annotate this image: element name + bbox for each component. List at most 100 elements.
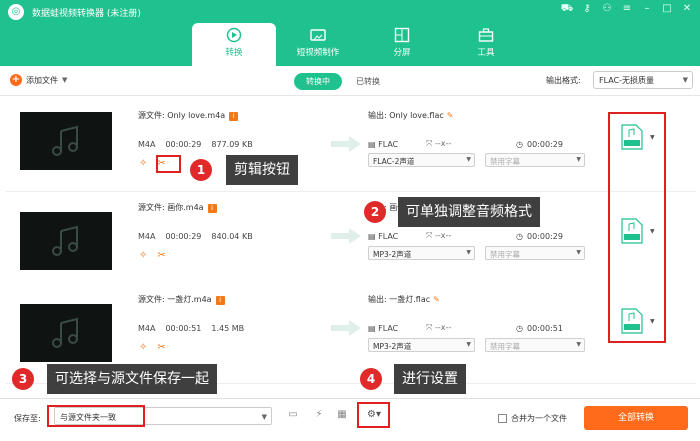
convert-icon — [226, 27, 242, 43]
edit-icon[interactable]: ✎ — [447, 111, 454, 120]
arrow-right-icon — [331, 136, 361, 152]
music-note-icon — [52, 125, 78, 156]
merge-option[interactable]: 合并为一个文件 — [498, 413, 567, 424]
output-filename: 输出: Only love.flac ✎ — [368, 110, 453, 121]
close-icon[interactable]: ✕ — [680, 3, 694, 16]
callout-label: 剪辑按钮 — [226, 155, 298, 185]
file-row: 源文件: 画你.m4a i M4A 00:00:29 840.04 KB ✧ ✂ 输出:… — [6, 198, 696, 292]
duration: 00:00:29 — [165, 140, 202, 149]
output-format: ▤ FLAC — [368, 232, 426, 241]
tab-label: 短视频制作 — [296, 48, 340, 58]
scissors-icon[interactable]: ✂ — [157, 342, 165, 353]
tab-split-screen[interactable]: 分屏 — [360, 23, 444, 66]
output-label: 输出: 一盏灯.flac — [368, 295, 431, 304]
chevron-down-icon: ▼ — [466, 156, 471, 163]
film-icon: ▤ — [368, 323, 379, 333]
convert-all-button[interactable]: 全部转换 — [584, 406, 688, 430]
source-label: 源文件: 画你.m4a — [138, 203, 204, 212]
tab-short-video[interactable]: 短视频制作 — [276, 23, 360, 66]
tab-convert[interactable]: 转换 — [192, 23, 276, 66]
info-icon[interactable]: i — [215, 296, 225, 305]
duration: 00:00:51 — [165, 324, 202, 333]
audio-channel-select[interactable]: MP3-2声道 ▼ — [368, 246, 475, 260]
resolution-text: --x-- — [434, 231, 452, 240]
output-duration: 00:00:29 — [526, 231, 563, 241]
scissors-icon[interactable]: ✂ — [157, 250, 165, 261]
source-label: 源文件: 一盏灯.m4a — [138, 295, 212, 304]
film-icon: ▤ — [368, 231, 379, 241]
output-format-label: 输出格式: — [546, 76, 581, 85]
film-icon: ▤ — [368, 139, 379, 149]
folder-icon[interactable]: ▭ — [286, 409, 300, 423]
source-filename: 源文件: Only love.m4a i — [138, 110, 239, 121]
subtitle-select[interactable]: 禁用字幕 ▼ — [485, 338, 585, 352]
source-label: 源文件: Only love.m4a — [138, 111, 226, 120]
clock-icon: ◷ — [516, 139, 523, 149]
user-icon[interactable]: ⚇ — [600, 3, 614, 16]
music-note-icon — [52, 225, 78, 256]
resolution: ⤧ --x-- — [426, 323, 516, 333]
audio-channel-value: MP3-2声道 — [373, 249, 412, 259]
tab-tools[interactable]: 工具 — [444, 23, 528, 66]
format: M4A — [138, 232, 156, 241]
cart-icon[interactable]: ⛟ — [560, 3, 574, 16]
app-logo-icon: ◎ — [8, 4, 24, 20]
status-switch: 转换中 已转换 — [294, 73, 380, 90]
callout-number: 4 — [360, 368, 382, 390]
chevron-down-icon: ▼ — [576, 341, 581, 348]
audio-channel-select[interactable]: MP3-2声道 ▼ — [368, 338, 475, 352]
effect-icon[interactable]: ✧ — [139, 250, 147, 261]
chevron-down-icon: ▼ — [576, 156, 581, 163]
output-format-text: FLAC — [378, 139, 399, 149]
chevron-down-icon: ▼ — [682, 76, 688, 84]
output-duration: 00:00:51 — [526, 323, 563, 333]
chevron-down-icon[interactable]: ▼ — [62, 76, 67, 84]
key-icon[interactable]: ⚷ — [580, 3, 594, 16]
arrow-right-icon — [331, 228, 361, 244]
arrow-right-icon — [331, 320, 361, 336]
add-file-button[interactable]: + 添加文件 ▼ — [10, 74, 67, 86]
resolution: ⤧ --x-- — [426, 231, 516, 241]
chevron-down-icon: ▼ — [466, 341, 471, 348]
hardware-accel-icon[interactable]: ⚡ — [312, 409, 326, 423]
resize-icon: ⤧ — [426, 231, 435, 240]
merge-checkbox[interactable] — [498, 414, 507, 423]
header-bar: ◎ 数据蛙视频转换器 (未注册) ⛟ ⚷ ⚇ ≡ – □ ✕ 转换 短视频制作 … — [0, 0, 700, 66]
subtitle-select[interactable]: 禁用字幕 ▼ — [485, 246, 585, 260]
minimize-icon[interactable]: – — [640, 3, 654, 16]
file-list: 源文件: Only love.m4a i M4A 00:00:29 877.09 KB… — [6, 98, 696, 398]
subtitle-value: 禁用字幕 — [490, 156, 520, 166]
converting-tab[interactable]: 转换中 — [294, 73, 342, 90]
info-icon[interactable]: i — [229, 112, 239, 121]
resize-icon: ⤧ — [426, 323, 435, 332]
menu-icon[interactable]: ≡ — [620, 3, 634, 16]
audio-channel-select[interactable]: FLAC-2声道 ▼ — [368, 153, 475, 167]
source-meta: M4A 00:00:29 840.04 KB — [138, 232, 253, 241]
highlight-box-scissors — [156, 155, 181, 173]
effect-icon[interactable]: ✧ — [139, 342, 147, 353]
converted-tab[interactable]: 已转换 — [356, 76, 380, 87]
callout-number: 2 — [364, 201, 386, 223]
clock-icon: ◷ — [516, 231, 523, 241]
effect-icon[interactable]: ✧ — [139, 158, 147, 169]
gpu-icon[interactable]: ▦ — [335, 409, 349, 423]
audio-channel-value: FLAC-2声道 — [373, 156, 415, 166]
subtitle-select[interactable]: 禁用字幕 ▼ — [485, 153, 585, 167]
output-duration: 00:00:29 — [526, 139, 563, 149]
source-filename: 源文件: 画你.m4a i — [138, 202, 217, 213]
output-meta: ▤ FLAC ⤧ --x-- ◷ 00:00:29 — [368, 231, 563, 241]
chevron-down-icon: ▼ — [261, 413, 267, 421]
maximize-icon[interactable]: □ — [660, 3, 674, 16]
merge-label: 合并为一个文件 — [511, 414, 567, 423]
output-format-text: FLAC — [378, 231, 399, 241]
row-tools: ✧ ✂ — [139, 342, 166, 353]
output-format-select[interactable]: FLAC-无损质量 ▼ — [593, 71, 693, 89]
callout-label: 可选择与源文件保存一起 — [47, 364, 217, 394]
output-filename: 输出: 一盏灯.flac ✎ — [368, 294, 440, 305]
split-screen-icon — [394, 27, 410, 43]
file-size: 840.04 KB — [211, 232, 253, 241]
thumbnail — [20, 112, 112, 170]
edit-icon[interactable]: ✎ — [433, 295, 440, 304]
info-icon[interactable]: i — [207, 204, 217, 213]
music-note-icon — [52, 317, 78, 348]
